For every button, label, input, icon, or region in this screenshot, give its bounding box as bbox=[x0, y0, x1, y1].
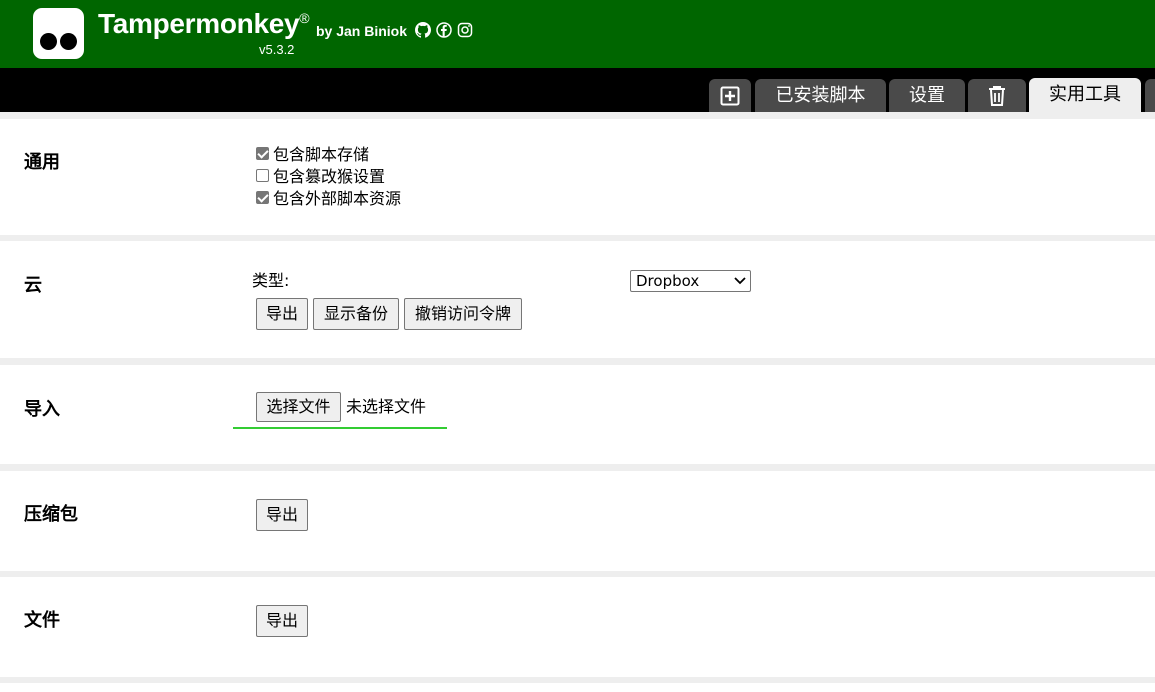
checkbox-unchecked[interactable] bbox=[256, 169, 269, 182]
show-backups-button[interactable]: 显示备份 bbox=[313, 298, 399, 330]
tab-new-script[interactable] bbox=[709, 79, 751, 112]
section-general: 通用 包含脚本存储 包含篡改猴设置 包含外部脚本资源 bbox=[0, 119, 1155, 235]
file-export-button[interactable]: 导出 bbox=[256, 605, 308, 637]
chevron-down-icon bbox=[734, 277, 746, 285]
section-title: 通用 bbox=[24, 152, 60, 173]
section-cloud: 云 类型: Dropbox 导出 显示备份 撤销访问令牌 bbox=[0, 241, 1155, 358]
option-include-external-resources[interactable]: 包含外部脚本资源 bbox=[256, 189, 401, 209]
tab-more[interactable] bbox=[1145, 79, 1155, 112]
zip-export-button[interactable]: 导出 bbox=[256, 499, 308, 531]
cloud-type-select[interactable]: Dropbox bbox=[630, 270, 751, 292]
section-import: 导入 选择文件 未选择文件 bbox=[0, 365, 1155, 464]
app-header: Tampermonkey® by Jan Biniok v5.3.2 bbox=[0, 0, 1155, 68]
choose-file-button[interactable]: 选择文件 bbox=[256, 392, 341, 422]
section-title: 压缩包 bbox=[24, 504, 78, 525]
section-title: 导入 bbox=[24, 399, 60, 420]
instagram-icon[interactable] bbox=[457, 22, 473, 38]
tab-trash[interactable] bbox=[968, 79, 1026, 112]
cloud-export-button[interactable]: 导出 bbox=[256, 298, 308, 330]
section-title: 云 bbox=[24, 275, 42, 296]
checkbox-checked[interactable] bbox=[256, 191, 269, 204]
plus-square-icon bbox=[720, 86, 740, 105]
revoke-token-button[interactable]: 撤销访问令牌 bbox=[404, 298, 522, 330]
author-byline: by Jan Biniok bbox=[316, 23, 408, 39]
app-name: Tampermonkey® bbox=[98, 8, 310, 39]
tab-utilities[interactable]: 实用工具 bbox=[1029, 78, 1141, 112]
facebook-icon[interactable] bbox=[436, 22, 452, 38]
section-title: 文件 bbox=[24, 610, 60, 631]
section-zip: 压缩包 导出 bbox=[0, 471, 1155, 571]
checkbox-checked[interactable] bbox=[256, 147, 269, 160]
section-next-partial bbox=[0, 683, 1155, 692]
version-label: v5.3.2 bbox=[259, 42, 295, 57]
option-include-script-storage[interactable]: 包含脚本存储 bbox=[256, 145, 369, 165]
tab-installed-scripts[interactable]: 已安装脚本 bbox=[755, 79, 886, 112]
tampermonkey-logo-icon bbox=[33, 8, 84, 59]
section-file: 文件 导出 bbox=[0, 577, 1155, 677]
type-label: 类型: bbox=[252, 271, 290, 290]
trash-icon bbox=[989, 85, 1005, 106]
option-include-settings[interactable]: 包含篡改猴设置 bbox=[256, 167, 385, 187]
tab-bar: 已安装脚本 设置 实用工具 bbox=[0, 68, 1155, 112]
tab-settings[interactable]: 设置 bbox=[889, 79, 965, 112]
focus-underline bbox=[233, 427, 447, 429]
no-file-selected-text: 未选择文件 bbox=[346, 397, 427, 416]
github-icon[interactable] bbox=[415, 22, 431, 38]
